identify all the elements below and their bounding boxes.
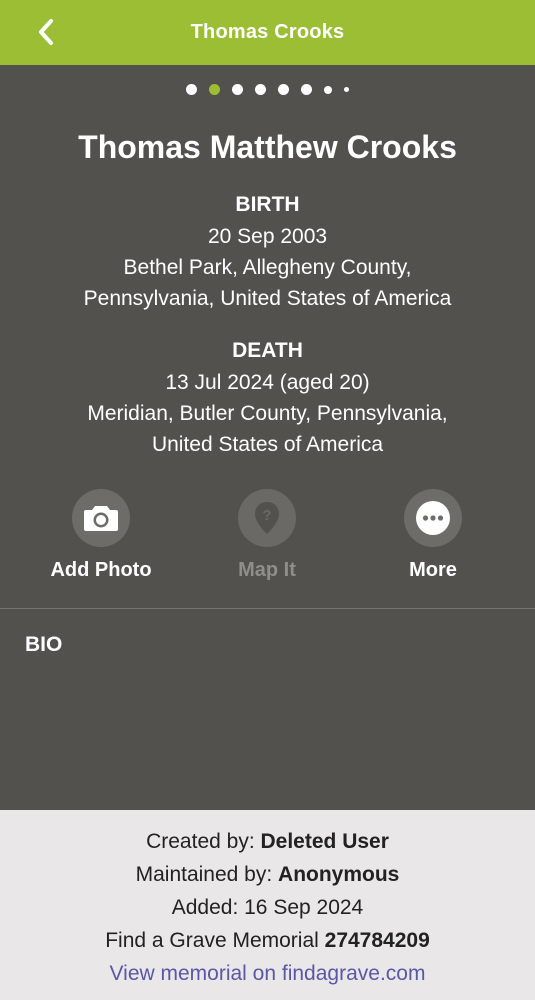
death-place-line1: Meridian, Butler County, Pennsylvania, (87, 402, 448, 425)
divider (0, 608, 535, 609)
pager-dot[interactable] (324, 85, 332, 94)
map-it-circle: ? (238, 489, 296, 547)
birth-heading: BIRTH (235, 193, 300, 216)
svg-text:?: ? (262, 507, 271, 524)
add-photo-button[interactable]: Add Photo (21, 489, 181, 582)
birth-section: BIRTH 20 Sep 2003 Bethel Park, Allegheny… (0, 189, 535, 314)
memorial-id-label: Find a Grave Memorial (105, 929, 325, 952)
memorial-id-value: 274784209 (324, 929, 430, 952)
top-bar: Thomas Crooks (0, 0, 535, 65)
back-button[interactable] (28, 14, 64, 50)
map-it-button[interactable]: ? Map It (187, 489, 347, 582)
death-section: DEATH 13 Jul 2024 (aged 20) Meridian, Bu… (0, 335, 535, 460)
add-photo-label: Add Photo (50, 559, 152, 581)
death-place-line2: United States of America (151, 433, 384, 456)
maintained-by-label: Maintained by: (135, 863, 279, 886)
death-heading: DEATH (232, 339, 303, 362)
memorial-footer: Created by: Deleted User Maintained by: … (0, 810, 535, 1000)
memorial-panel: Thomas Matthew Crooks BIRTH 20 Sep 2003 … (0, 65, 535, 810)
more-button[interactable]: More (353, 489, 513, 582)
created-by-row: Created by: Deleted User (0, 825, 535, 858)
pager-dot[interactable] (255, 84, 266, 95)
created-by-value: Deleted User (260, 830, 389, 853)
maintained-by-row: Maintained by: Anonymous (0, 858, 535, 891)
chevron-left-icon (39, 19, 53, 45)
added-date: Added: 16 Sep 2024 (171, 896, 364, 919)
more-icon (416, 501, 450, 535)
birth-place-line1: Bethel Park, Allegheny County, (123, 256, 412, 279)
page-title: Thomas Crooks (190, 21, 345, 43)
view-memorial-link[interactable]: View memorial on findagrave.com (0, 957, 535, 990)
pager-dot-active[interactable] (209, 84, 220, 95)
add-photo-circle (72, 489, 130, 547)
camera-icon (84, 506, 118, 531)
pager-dot[interactable] (301, 84, 312, 95)
maintained-by-value: Anonymous (278, 863, 400, 886)
pager-dot[interactable] (186, 84, 197, 95)
map-it-label: Map It (238, 559, 296, 581)
bio-heading: BIO (25, 633, 63, 656)
created-by-label: Created by: (146, 830, 261, 853)
memorial-name: Thomas Matthew Crooks (78, 129, 457, 165)
pager-dot[interactable] (278, 84, 289, 95)
birth-date: 20 Sep 2003 (207, 225, 328, 248)
more-circle (404, 489, 462, 547)
more-label: More (409, 559, 457, 581)
memorial-id-row: Find a Grave Memorial 274784209 (0, 924, 535, 957)
death-date: 13 Jul 2024 (aged 20) (165, 371, 370, 394)
map-pin-icon: ? (255, 502, 279, 534)
pager-dot[interactable] (232, 84, 243, 95)
action-bar: Add Photo ? Map It More (0, 489, 535, 589)
pager-dot[interactable] (344, 87, 349, 92)
photo-pager (0, 84, 535, 95)
birth-place-line2: Pennsylvania, United States of America (83, 287, 452, 310)
